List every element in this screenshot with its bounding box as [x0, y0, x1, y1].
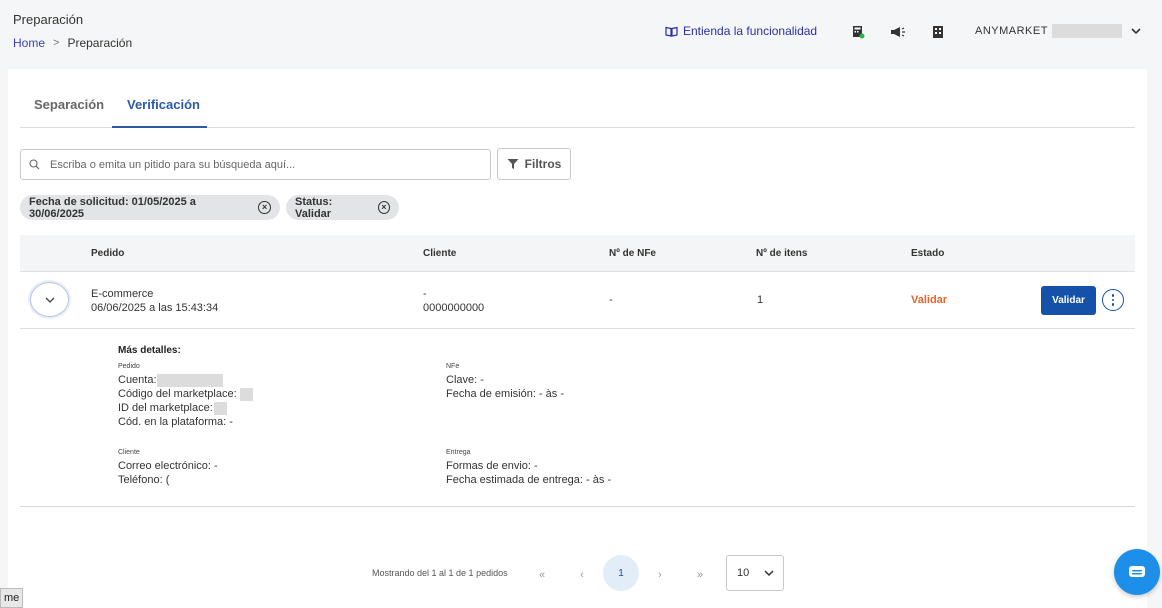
help-link[interactable]: Entienda la funcionalidad — [665, 24, 817, 38]
table-row: E-commerce 06/06/2025 a las 15:43:34 - 0… — [20, 272, 1135, 329]
column-header-items: Nº de itens — [756, 248, 808, 259]
redacted-value — [213, 401, 227, 415]
filter-icon — [507, 159, 519, 169]
redacted-account — [1051, 24, 1122, 38]
details-pedido: Pedido Cuenta: Código del marketplace: I… — [118, 362, 253, 429]
pedido-channel: E-commerce — [91, 288, 154, 300]
page-size-select[interactable]: 10 — [726, 555, 784, 591]
breadcrumb-current: Preparación — [67, 36, 133, 50]
filter-chip-date: Fecha de solicitud: 01/05/2025 a 30/06/2… — [20, 195, 280, 220]
filter-chip-label: Status: Validar — [295, 195, 333, 220]
column-header-estado: Estado — [911, 248, 945, 259]
megaphone-icon[interactable] — [890, 24, 906, 40]
detail-formas-envio: Formas de envio: - — [446, 460, 538, 472]
top-bar: Preparación Home > Preparación Entienda … — [0, 0, 1162, 70]
search-input[interactable] — [50, 158, 470, 171]
detail-id-marketplace: ID del marketplace: — [118, 402, 213, 414]
tab-verificacion[interactable]: Verificación — [127, 97, 200, 112]
book-icon — [665, 26, 678, 37]
detail-telefono: Teléfono: ( — [118, 474, 170, 486]
details-cliente-label: Cliente — [118, 449, 140, 456]
prev-page-icon[interactable]: ‹ — [567, 560, 597, 590]
detail-clave: Clave: - — [446, 374, 484, 386]
filters-button[interactable]: Filtros — [497, 148, 571, 180]
detail-fecha-emision: Fecha de emisión: - às - — [446, 388, 564, 400]
detail-cuenta: Cuenta: — [118, 374, 157, 386]
page-button-current[interactable]: 1 — [603, 555, 639, 591]
column-header-cliente: Cliente — [423, 248, 457, 259]
filter-chip-label: Fecha de solicitud: 01/05/2025 a 30/06/2… — [29, 195, 196, 220]
table-header: Pedido Cliente Nº de NFe Nº de itens Est… — [20, 235, 1135, 272]
details-cliente: Cliente Correo electrónico: - Teléfono: … — [118, 448, 218, 487]
search-box — [20, 149, 491, 180]
main-card: Separación Verificación Filtros Fecha de… — [8, 69, 1147, 608]
help-link-label: Entienda la funcionalidad — [683, 24, 818, 38]
status-badge: Validar — [911, 294, 948, 306]
close-icon[interactable]: × — [258, 201, 271, 214]
nfe-cell: - — [609, 294, 613, 306]
pagination: Mostrando del 1 al 1 de 1 pedidos « ‹ 1 … — [8, 550, 1147, 591]
details-heading: Más detalles: — [118, 345, 181, 356]
calculator-status-icon[interactable] — [850, 24, 866, 40]
expand-row-button[interactable] — [30, 282, 69, 317]
chevron-down-icon — [764, 570, 774, 577]
column-header-pedido: Pedido — [91, 248, 125, 259]
details-nfe-label: NFe — [446, 363, 460, 370]
account-name: ANYMARKET — [975, 25, 1048, 37]
search-icon — [29, 159, 40, 170]
filter-chip-status: Status: Validar × — [286, 195, 399, 220]
first-page-icon[interactable]: « — [527, 560, 557, 590]
redacted-value — [239, 387, 253, 401]
details-pedido-label: Pedido — [118, 363, 140, 370]
items-cell: 1 — [757, 294, 764, 306]
tab-bar: Separación Verificación — [20, 69, 1135, 128]
chevron-down-icon — [45, 297, 54, 303]
cliente-cell: - 0000000000 — [423, 287, 484, 315]
detail-cod-plataforma: Cód. en la plataforma: - — [118, 416, 233, 428]
validar-button[interactable]: Validar — [1041, 286, 1096, 315]
pagination-summary: Mostrando del 1 al 1 de 1 pedidos — [372, 568, 508, 578]
account-menu[interactable]: ANYMARKET — [975, 24, 1142, 38]
building-icon[interactable] — [930, 24, 946, 40]
last-page-icon[interactable]: » — [685, 560, 715, 590]
cliente-document: 0000000000 — [423, 302, 485, 314]
filters-button-label: Filtros — [524, 157, 562, 171]
close-icon[interactable]: × — [377, 201, 390, 214]
breadcrumb-home[interactable]: Home — [13, 36, 45, 50]
page-size-value: 10 — [737, 567, 750, 579]
breadcrumb: Home > Preparación — [13, 36, 132, 50]
details-nfe: NFe Clave: - Fecha de emisión: - às - — [446, 362, 564, 401]
cliente-name: - — [423, 288, 427, 300]
next-page-icon[interactable]: › — [645, 560, 675, 590]
breadcrumb-separator: > — [53, 37, 60, 49]
details-entrega: Entrega Formas de envio: - Fecha estimad… — [446, 448, 611, 487]
pedido-cell: E-commerce 06/06/2025 a las 15:43:34 — [91, 287, 218, 315]
tab-separacion[interactable]: Separación — [34, 97, 104, 112]
chat-icon — [1129, 566, 1145, 577]
chevron-down-icon — [1131, 28, 1141, 35]
column-header-nfe: Nº de NFe — [609, 248, 656, 259]
detail-fecha-entrega: Fecha estimada de entrega: - às - — [446, 474, 612, 486]
active-tab-indicator — [112, 126, 207, 128]
details-entrega-label: Entrega — [446, 449, 471, 456]
detail-correo: Correo electrónico: - — [118, 460, 218, 472]
page-title: Preparación — [13, 12, 84, 27]
pedido-date: 06/06/2025 a las 15:43:34 — [91, 302, 219, 314]
chat-button[interactable] — [1114, 549, 1160, 595]
status-tooltip: me — [0, 588, 24, 608]
detail-codigo-marketplace: Código del marketplace: — [118, 388, 237, 400]
redacted-value — [156, 373, 223, 387]
more-options-icon[interactable] — [1102, 289, 1124, 311]
row-details: Más detalles: Pedido Cuenta: Código del … — [20, 329, 1135, 507]
